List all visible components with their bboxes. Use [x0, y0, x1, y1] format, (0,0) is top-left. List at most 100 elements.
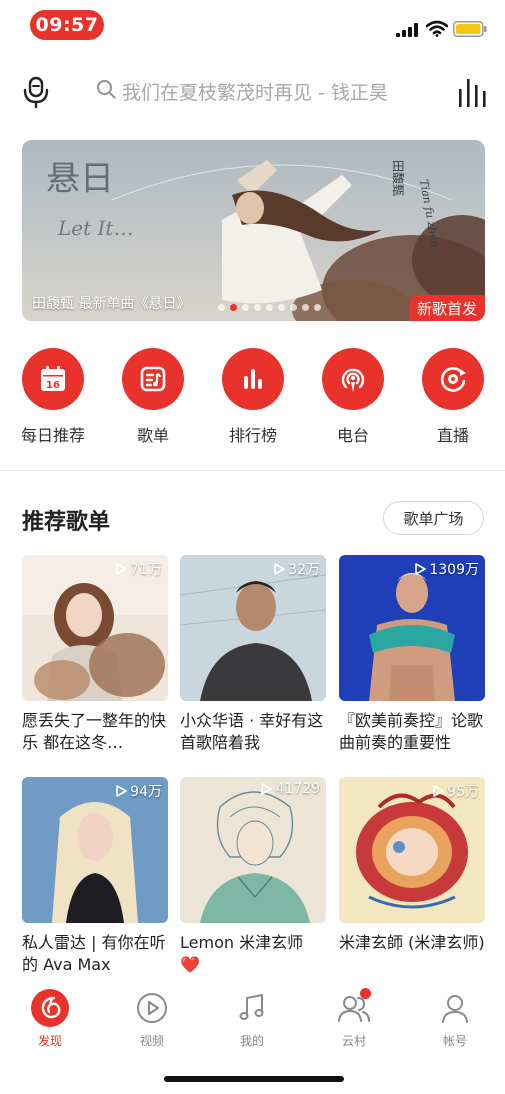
tab-label: 云村 [341, 1034, 366, 1048]
playlist-icon [140, 366, 166, 392]
calendar-icon: 16 [41, 366, 65, 391]
tab-mine[interactable]: 我的 [212, 988, 292, 1049]
pagination-dot [254, 304, 261, 311]
playlist-cover[interactable]: 95万 [339, 777, 485, 923]
pagination-dot [242, 304, 249, 311]
cellular-signal-icon [396, 23, 418, 37]
tab-video[interactable]: 视频 [112, 988, 192, 1049]
voice-search-mic-icon[interactable] [20, 75, 52, 109]
playlist-title[interactable]: 『欧美前奏控』论歌曲前奏的重要性 [339, 710, 485, 754]
play-count-value: 94万 [130, 784, 162, 800]
banner-badge: 新歌首发 [408, 295, 485, 321]
banner-caption: 田馥甄 最新单曲《悬日》 [32, 296, 191, 312]
pagination-dot-active [230, 304, 237, 311]
playlist-title[interactable]: 米津玄師 (米津玄师) [339, 932, 485, 976]
live-icon [440, 367, 466, 392]
search-input[interactable]: 我们在夏枝繁茂时再见 - 钱正昊 [122, 78, 388, 105]
play-count-value: 41729 [275, 781, 320, 797]
play-count-value: 32万 [288, 562, 320, 578]
banner-right-cn: 田馥甄 [391, 160, 405, 196]
quick-nav: 16 每日推荐 歌单 排行榜 电台 直播 [0, 348, 505, 448]
play-icon [415, 563, 427, 575]
playlist-plaza-button[interactable]: 歌单广场 [383, 501, 484, 535]
nav-label: 直播 [436, 426, 469, 445]
discover-icon [31, 989, 69, 1027]
banner-letters: Let It… [57, 216, 133, 240]
play-count: 1309万 [415, 559, 479, 579]
notification-dot [360, 988, 371, 999]
calendar-date: 16 [46, 380, 60, 391]
pagination-dot [290, 304, 297, 311]
playlist-title[interactable]: 愿丢失了一整年的快乐 都在这冬… [22, 710, 168, 754]
search-icon [96, 79, 116, 99]
playlist-card[interactable]: 32万 小众华语 · 幸好有这首歌陪着我 [180, 555, 326, 754]
playlist-cover[interactable]: 1309万 [339, 555, 485, 701]
nav-daily-recommend[interactable]: 16 每日推荐 [8, 348, 98, 446]
play-count: 32万 [274, 559, 320, 579]
playlist-card[interactable]: 94万 私人雷达 | 有你在听的 Ava Max [22, 777, 168, 976]
playlist-title[interactable]: 小众华语 · 幸好有这首歌陪着我 [180, 710, 326, 754]
play-icon [433, 785, 444, 797]
play-icon [274, 563, 285, 575]
bottom-tab-bar: 发现 视频 我的 云村 帐号 [0, 988, 505, 1052]
playlist-cover[interactable]: 32万 [180, 555, 326, 701]
playlist-title[interactable]: Lemon 米津玄师 ❤️ [180, 932, 326, 976]
play-count: 94万 [116, 781, 162, 801]
section-divider [0, 470, 505, 471]
playlist-title[interactable]: 私人雷达 | 有你在听的 Ava Max [22, 932, 168, 976]
tab-label: 帐号 [442, 1034, 467, 1048]
tab-account[interactable]: 帐号 [415, 988, 495, 1049]
tab-label: 我的 [239, 1034, 264, 1048]
playlist-card[interactable]: 95万 米津玄師 (米津玄师) [339, 777, 485, 976]
pagination-dot [302, 304, 309, 311]
wifi-icon [426, 20, 448, 37]
tab-label: 视频 [139, 1034, 164, 1048]
cover-art [180, 777, 326, 923]
tab-community[interactable]: 云村 [314, 988, 394, 1049]
banner-pagination [218, 304, 321, 311]
playlist-cover[interactable]: 41729 [180, 777, 326, 923]
pagination-dot [278, 304, 285, 311]
nav-label: 电台 [336, 426, 369, 445]
play-icon [261, 783, 273, 795]
pagination-dot [314, 304, 321, 311]
status-bar: 09:57 [0, 0, 505, 50]
section-title: 推荐歌单 [22, 510, 111, 535]
nav-radio[interactable]: 电台 [308, 348, 398, 446]
now-playing-bars-icon[interactable] [456, 75, 490, 109]
play-count: 95万 [433, 781, 479, 801]
nav-label: 排行榜 [228, 426, 277, 445]
playlist-cover[interactable]: 71万 [22, 555, 168, 701]
play-icon [116, 785, 127, 797]
video-icon [137, 993, 167, 1023]
promo-banner[interactable]: 悬日 Let It… Tian fu zhen 田馥甄 田馥甄 最新单曲《悬日》… [22, 140, 485, 321]
playlist-card[interactable]: 1309万 『欧美前奏控』论歌曲前奏的重要性 [339, 555, 485, 754]
battery-icon [453, 21, 487, 37]
playlist-card[interactable]: 71万 愿丢失了一整年的快乐 都在这冬… [22, 555, 168, 754]
nav-label: 每日推荐 [20, 426, 85, 445]
play-icon [116, 563, 127, 575]
nav-live[interactable]: 直播 [408, 348, 498, 446]
radio-icon [341, 368, 365, 392]
account-icon [442, 995, 468, 1023]
top-header: 我们在夏枝繁茂时再见 - 钱正昊 [0, 60, 505, 120]
nav-label: 歌单 [136, 426, 169, 445]
home-indicator[interactable] [164, 1076, 344, 1082]
tab-label: 发现 [37, 1034, 62, 1048]
playlist-cover[interactable]: 94万 [22, 777, 168, 923]
status-time: 09:57 [30, 10, 104, 40]
nav-charts[interactable]: 排行榜 [208, 348, 298, 446]
banner-vertical-title: 悬日 [46, 159, 114, 199]
pagination-dot [266, 304, 273, 311]
playlist-card[interactable]: 41729 Lemon 米津玄师 ❤️ [180, 777, 326, 976]
play-count: 41729 [261, 781, 320, 797]
tab-discover[interactable]: 发现 [10, 988, 90, 1049]
play-count-value: 95万 [447, 784, 479, 800]
play-count-value: 71万 [130, 562, 162, 578]
chart-bars-icon [244, 369, 262, 389]
pagination-dot [218, 304, 225, 311]
play-count-value: 1309万 [429, 562, 479, 578]
play-count: 71万 [116, 559, 162, 579]
music-note-icon [239, 994, 264, 1020]
nav-playlist[interactable]: 歌单 [108, 348, 198, 446]
